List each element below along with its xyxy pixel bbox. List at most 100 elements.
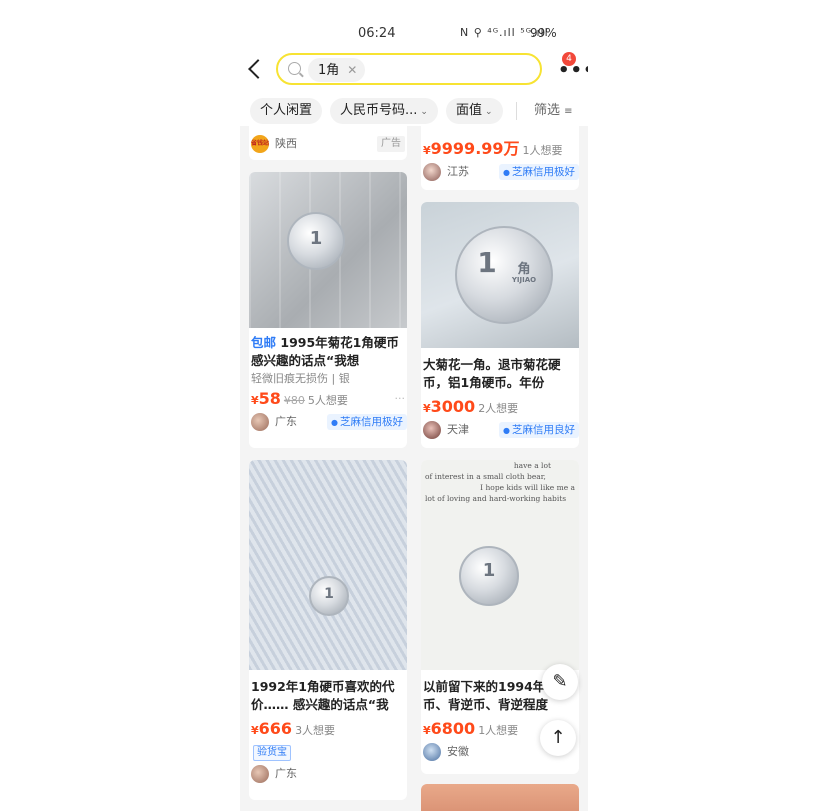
seller-location: 广东 [275, 415, 297, 428]
coin-unit: 角 [517, 262, 531, 277]
price: ¥3000 [423, 397, 475, 416]
product-title[interactable]: 1992年1角硬币喜欢的代价…… 感兴趣的话点“我 [249, 678, 407, 714]
want-count: 5人想要 [307, 394, 348, 407]
product-card-partial[interactable] [421, 784, 579, 811]
ad-label: 广告 [377, 136, 405, 152]
clear-query-icon[interactable]: ✕ [347, 63, 357, 77]
price: ¥666 [251, 719, 292, 738]
note-edit-icon: ✎ [552, 671, 568, 692]
credit-badge: 芝麻信用良好 [499, 422, 579, 438]
notes-float-button[interactable]: ✎ [542, 664, 578, 700]
coin-value: 1 [477, 246, 497, 279]
photo-text-line: of interest in a small cloth bear, [425, 472, 546, 481]
coin-image: 1 [309, 576, 349, 616]
seller-location: 江苏 [447, 165, 469, 178]
seller-row: 广东 芝麻信用极好 [249, 410, 407, 434]
seller-location: 广东 [275, 767, 297, 780]
price: ¥9999.99万 [423, 139, 520, 158]
coin-image: 1 [287, 212, 345, 270]
seller-row: 江苏 芝麻信用极好 [421, 160, 579, 184]
product-card[interactable]: 1 1992年1角硬币喜欢的代价…… 感兴趣的话点“我 ¥666 3人想要 验货宝… [249, 460, 407, 800]
seller-logo: 省钱站 [251, 135, 269, 153]
price-row: ¥666 3人想要 [249, 718, 407, 740]
product-image[interactable]: have a lot of interest in a small cloth … [421, 460, 579, 670]
photo-background-text: have a lot of interest in a small cloth … [425, 460, 575, 504]
product-image[interactable]: 1 [249, 460, 407, 670]
want-count: 1人想要 [522, 144, 563, 157]
product-image[interactable]: 1 [249, 172, 407, 328]
credit-badge: 芝麻信用极好 [499, 164, 579, 180]
status-time: 06:24 [358, 26, 396, 41]
photo-text-line: lot of loving and hard-working habits [425, 494, 567, 503]
product-card-ad[interactable]: 省钱站 陕西 广告 [249, 126, 407, 160]
coin-value: 1 [309, 228, 323, 249]
inspection-badge: 验货宝 [253, 745, 291, 761]
seller-avatar[interactable] [251, 765, 269, 783]
product-card[interactable]: 1 包邮 1995年菊花1角硬币 感兴趣的话点“我想 轻微旧痕无损伤 | 银 ¥… [249, 172, 407, 448]
arrow-up-icon: ↑ [550, 727, 566, 748]
filter-rmb-number[interactable]: 人民币号码... ⌄ [330, 98, 438, 124]
more-dots-icon[interactable]: ··· [395, 388, 406, 410]
coin-image: 1 角 YIJIAO [455, 226, 553, 324]
price-row: ¥3000 2人想要 [421, 396, 579, 418]
filter-screen-button[interactable]: 筛选 ≡ [534, 98, 573, 124]
want-count: 2人想要 [478, 402, 519, 415]
currency-symbol: ¥ [251, 724, 259, 737]
battery-level: 99% [530, 26, 557, 40]
badge-row: 验货宝 [249, 740, 407, 761]
seller-avatar[interactable] [423, 163, 441, 181]
photo-text-line: have a lot [513, 461, 551, 470]
search-icon [288, 62, 301, 75]
seller-avatar[interactable] [423, 421, 441, 439]
top-bar: 06:24 N ⚲ ⁴ᴳ.ıll ⁵ᴳ.ıll 99% 1角✕ ••• 4 个人… [240, 0, 588, 126]
currency-symbol: ¥ [251, 394, 259, 407]
credit-badge: 芝麻信用极好 [327, 414, 407, 430]
coin-value: 1 [324, 586, 334, 602]
coin-pinyin: YIJIAO [511, 276, 537, 284]
back-to-top-button[interactable]: ↑ [540, 720, 576, 756]
filter-divider [516, 102, 517, 120]
product-condition: 轻微旧痕无损伤 | 银 [251, 372, 350, 385]
photo-text-line: I hope kids will like me a [480, 483, 575, 492]
notification-badge: 4 [562, 52, 576, 66]
product-title[interactable]: 大菊花一角。退市菊花硬币，铝1角硬币。年份 [421, 356, 579, 392]
filter-lines-icon: ≡ [564, 106, 573, 117]
seller-location: 陕西 [275, 137, 297, 150]
price-value: 9999.99万 [430, 139, 520, 158]
want-count: 3人想要 [295, 724, 336, 737]
search-bar[interactable]: 1角 ✕ [276, 53, 542, 85]
chevron-down-icon: ⌄ [485, 107, 493, 117]
filter-label: 个人闲置 [260, 103, 313, 118]
chevron-down-icon: ⌄ [420, 107, 428, 117]
price-row: ¥58 ¥80 5人想要 ··· [249, 388, 407, 410]
price: ¥6800 [423, 719, 475, 738]
filter-personal-idle[interactable]: 个人闲置 [250, 98, 323, 124]
seller-location: 安徽 [447, 745, 469, 758]
seller-avatar[interactable] [251, 413, 269, 431]
original-price: ¥80 [283, 394, 305, 407]
want-count: 1人想要 [478, 724, 519, 737]
free-shipping-tag: 包邮 [251, 335, 277, 350]
price-value: 6800 [430, 719, 476, 738]
product-title[interactable]: 包邮 1995年菊花1角硬币 感兴趣的话点“我想 [249, 334, 407, 370]
filter-face-value[interactable]: 面值 ⌄ [446, 98, 503, 124]
search-query-chip[interactable]: 1角 ✕ [308, 58, 366, 82]
product-card[interactable]: 1 角 YIJIAO 大菊花一角。退市菊花硬币，铝1角硬币。年份 ¥3000 2人… [421, 202, 579, 448]
currency-symbol: ¥ [423, 724, 431, 737]
filter-label: 面值 [456, 103, 483, 118]
back-arrow-icon[interactable] [248, 59, 268, 79]
filter-bar: 个人闲置 人民币号码... ⌄ 面值 ⌄ 筛选 ≡ [248, 98, 588, 126]
seller-row: 省钱站 陕西 广告 [249, 132, 407, 156]
price-value: 58 [258, 389, 281, 408]
seller-row: 广东 [249, 762, 407, 786]
price-value: 3000 [430, 397, 476, 416]
product-image[interactable]: 1 角 YIJIAO [421, 202, 579, 348]
seller-row: 天津 芝麻信用良好 [421, 418, 579, 442]
price-row: ¥9999.99万 1人想要 [421, 138, 579, 160]
price-value: 666 [258, 719, 293, 738]
filter-label: 筛选 [534, 103, 561, 118]
currency-symbol: ¥ [423, 144, 431, 157]
seller-avatar[interactable] [423, 743, 441, 761]
coin-image: 1 [459, 546, 519, 606]
product-card[interactable]: ¥9999.99万1人想要 江苏 芝麻信用极好 [421, 126, 579, 190]
